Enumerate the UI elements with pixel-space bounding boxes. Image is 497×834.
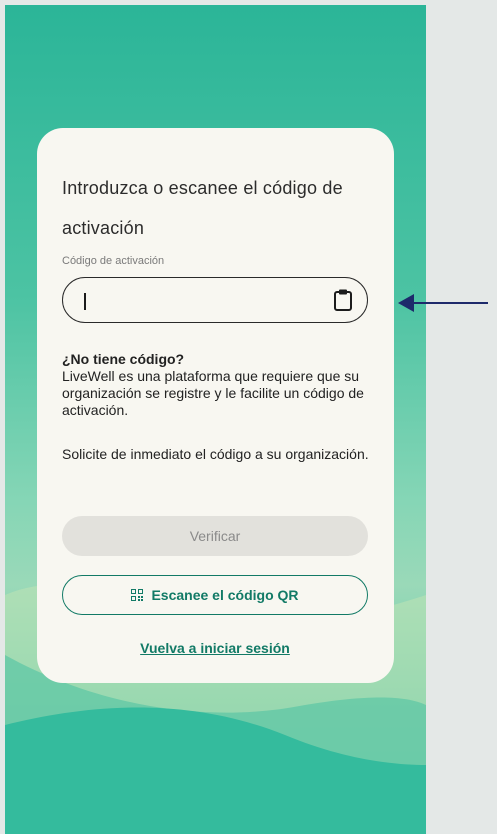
page-title: Introduzca o escanee el código de activa… (62, 178, 343, 238)
clipboard-icon[interactable] (332, 288, 354, 312)
request-code-text: Solicite de inmediato el código a su org… (62, 446, 369, 462)
arrow-left-icon (398, 294, 488, 312)
no-code-text: LiveWell es una plataforma que requiere … (62, 368, 364, 418)
scan-qr-label: Escanee el código QR (151, 587, 299, 603)
activation-card: Introduzca o escanee el código de activa… (37, 128, 394, 683)
phone-screen: Introduzca o escanee el código de activa… (5, 5, 426, 834)
text-cursor (84, 293, 86, 310)
verify-button[interactable]: Verificar (62, 516, 368, 556)
no-code-heading: ¿No tiene código? (62, 351, 185, 367)
qr-code-icon (131, 589, 144, 601)
activation-code-input[interactable] (62, 277, 368, 323)
relogin-link[interactable]: Vuelva a iniciar sesión (62, 640, 368, 656)
no-code-info: ¿No tiene código? LiveWell es una plataf… (62, 351, 372, 419)
scan-qr-button[interactable]: Escanee el código QR (62, 575, 368, 615)
activation-code-label: Código de activación (62, 255, 165, 267)
